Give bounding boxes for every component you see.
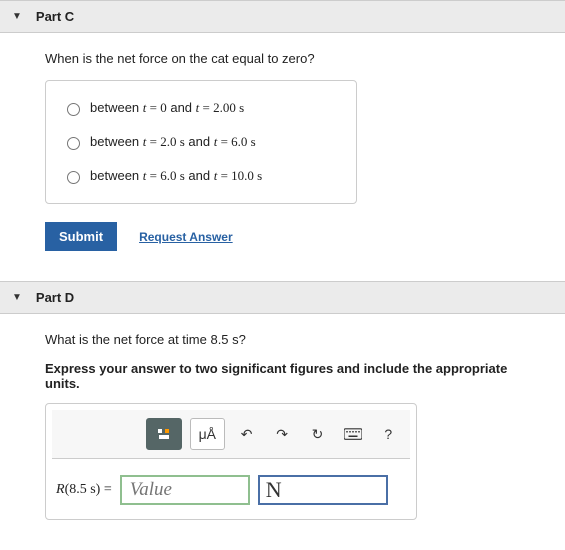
part-d: ▼ Part D What is the net force at time 8… xyxy=(0,281,565,530)
choices-box: between t = 0 and t = 2.00 s between t =… xyxy=(45,80,357,204)
triangle-down-icon: ▼ xyxy=(12,292,22,303)
radio-option-1[interactable] xyxy=(67,103,80,116)
choice-label: between t = 2.0 s and t = 6.0 s xyxy=(90,134,256,150)
submit-row: Submit Request Answer xyxy=(45,222,520,251)
part-d-title: Part D xyxy=(36,290,74,305)
part-d-body: What is the net force at time 8.5 s? Exp… xyxy=(0,314,565,530)
radio-option-3[interactable] xyxy=(67,171,80,184)
radio-option-2[interactable] xyxy=(67,137,80,150)
answer-area: μÅ ↶ ↷ ↻ ? R(8.5 s) = xyxy=(45,403,417,520)
units-label: μÅ xyxy=(199,426,216,442)
choice-row[interactable]: between t = 2.0 s and t = 6.0 s xyxy=(56,125,346,159)
input-row: R(8.5 s) = xyxy=(46,465,416,519)
redo-icon[interactable]: ↷ xyxy=(268,419,295,449)
part-c-body: When is the net force on the cat equal t… xyxy=(0,33,565,261)
part-c-title: Part C xyxy=(36,9,74,24)
undo-icon[interactable]: ↶ xyxy=(233,419,260,449)
request-answer-link[interactable]: Request Answer xyxy=(139,230,233,244)
units-button[interactable]: μÅ xyxy=(190,418,225,450)
part-d-header[interactable]: ▼ Part D xyxy=(0,281,565,314)
keyboard-icon[interactable] xyxy=(339,419,366,449)
answer-toolbar: μÅ ↶ ↷ ↻ ? xyxy=(52,410,410,459)
part-c-question: When is the net force on the cat equal t… xyxy=(45,51,520,66)
template-picker-icon[interactable] xyxy=(146,418,181,450)
choice-label: between t = 6.0 s and t = 10.0 s xyxy=(90,168,262,184)
submit-button[interactable]: Submit xyxy=(45,222,117,251)
choice-row[interactable]: between t = 0 and t = 2.00 s xyxy=(56,91,346,125)
triangle-down-icon: ▼ xyxy=(12,11,22,22)
part-d-question: What is the net force at time 8.5 s? xyxy=(45,332,520,347)
part-c-header[interactable]: ▼ Part C xyxy=(0,0,565,33)
lhs-label: R(8.5 s) = xyxy=(56,482,112,498)
help-icon[interactable]: ? xyxy=(375,419,402,449)
reset-icon[interactable]: ↻ xyxy=(304,419,331,449)
part-c: ▼ Part C When is the net force on the ca… xyxy=(0,0,565,261)
choice-label: between t = 0 and t = 2.00 s xyxy=(90,100,244,116)
choice-row[interactable]: between t = 6.0 s and t = 10.0 s xyxy=(56,159,346,193)
part-d-instruction: Express your answer to two significant f… xyxy=(45,361,520,391)
